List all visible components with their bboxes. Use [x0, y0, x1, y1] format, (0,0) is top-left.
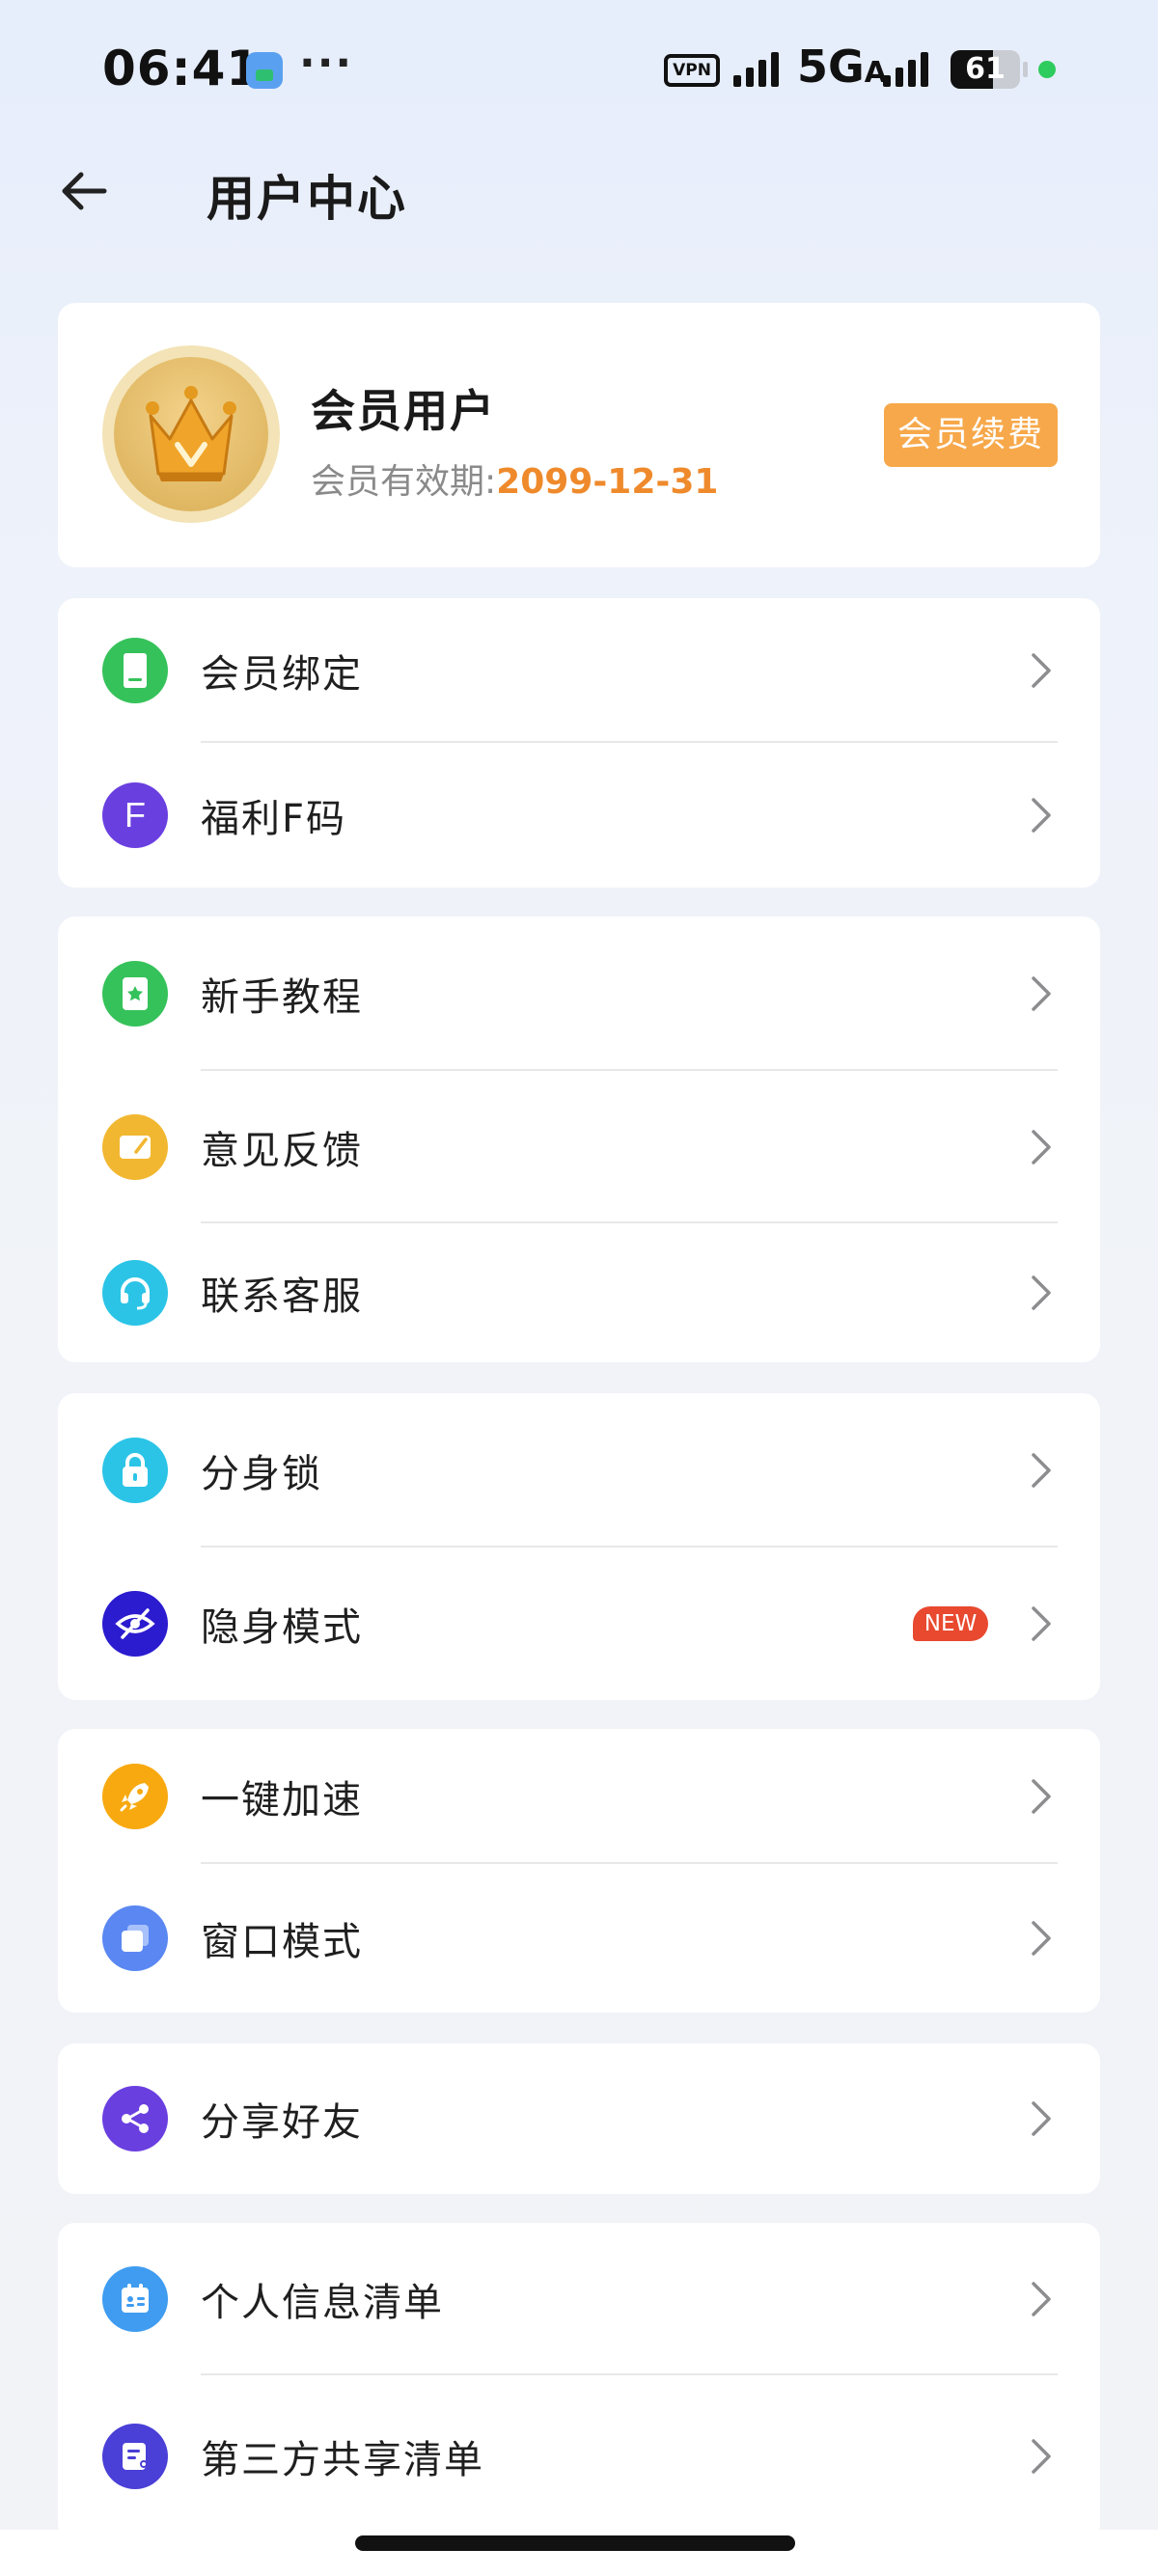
- menu-item-one-click-boost[interactable]: 一键加速: [58, 1729, 1100, 1864]
- battery-tip: [1023, 62, 1028, 77]
- menu-item-label: 分身锁: [201, 1452, 322, 1496]
- new-badge: NEW: [913, 1606, 988, 1641]
- avatar: [102, 345, 280, 523]
- menu-group-privacy-lists: 个人信息清单 第三方共享清单: [58, 2223, 1100, 2541]
- profile-card: 会员用户 会员有效期:2099-12-31 会员续费: [58, 303, 1100, 567]
- menu-item-member-binding[interactable]: 会员绑定: [58, 598, 1100, 743]
- renew-membership-button[interactable]: 会员续费: [884, 403, 1058, 467]
- menu-item-label: 联系客服: [201, 1274, 363, 1319]
- eye-off-icon: [102, 1591, 168, 1657]
- validity-date: 2099-12-31: [496, 462, 719, 502]
- menu-item-tutorial[interactable]: 新手教程: [58, 917, 1100, 1071]
- chevron-right-icon: [1032, 1130, 1051, 1165]
- chevron-right-icon: [1032, 1453, 1051, 1488]
- menu-group-share: 分享好友: [58, 2043, 1100, 2194]
- menu-item-label: 窗口模式: [201, 1920, 363, 1964]
- lock-icon: [102, 1438, 168, 1503]
- page-title: 用户中心: [207, 171, 407, 227]
- menu-item-label: 一键加速: [201, 1778, 363, 1822]
- chevron-right-icon: [1032, 1606, 1051, 1641]
- arrow-left-icon[interactable]: [56, 162, 114, 220]
- chevron-right-icon: [1032, 798, 1051, 833]
- menu-group-help: 新手教程 意见反馈 联系客服: [58, 917, 1100, 1362]
- battery-icon: 61: [951, 50, 1020, 89]
- crown-icon: [146, 386, 236, 481]
- guide-book-icon: [102, 961, 168, 1027]
- menu-item-third-party-sharing-list[interactable]: 第三方共享清单: [58, 2375, 1100, 2537]
- menu-item-welfare-f-code[interactable]: F 福利F码: [58, 743, 1100, 888]
- chevron-right-icon: [1032, 1779, 1051, 1814]
- menu-item-window-mode[interactable]: 窗口模式: [58, 1864, 1100, 2013]
- share-icon: [102, 2086, 168, 2151]
- menu-item-label: 个人信息清单: [201, 2281, 444, 2325]
- chevron-right-icon: [1032, 2439, 1051, 2474]
- menu-item-label: 分享好友: [201, 2100, 363, 2145]
- chevron-right-icon: [1032, 2282, 1051, 2316]
- app-notification-icon: [246, 52, 283, 89]
- battery-level: 61: [965, 52, 1006, 86]
- membership-validity: 会员有效期:2099-12-31: [311, 453, 718, 504]
- network-type: 5GA: [797, 41, 887, 93]
- list-share-icon: [102, 2424, 168, 2489]
- menu-item-label: 意见反馈: [201, 1129, 363, 1173]
- menu-group-privacy: 分身锁 隐身模式 NEW: [58, 1393, 1100, 1700]
- headset-icon: [102, 1260, 168, 1326]
- chevron-right-icon: [1032, 1921, 1051, 1956]
- menu-item-customer-service[interactable]: 联系客服: [58, 1223, 1100, 1362]
- menu-item-label: 新手教程: [201, 975, 363, 1020]
- status-bar: 06:41 ··· VPN 5GA 61: [0, 0, 1158, 145]
- phone-icon: [102, 638, 168, 703]
- menu-group-membership: 会员绑定 F 福利F码: [58, 598, 1100, 888]
- letter-f-icon: F: [102, 782, 168, 848]
- feedback-icon: [102, 1114, 168, 1180]
- status-time: 06:41: [102, 41, 262, 96]
- menu-item-clone-lock[interactable]: 分身锁: [58, 1393, 1100, 1548]
- id-card-icon: [102, 2266, 168, 2332]
- menu-item-share-friends[interactable]: 分享好友: [58, 2043, 1100, 2194]
- privacy-indicator-dot: [1038, 61, 1056, 78]
- chevron-right-icon: [1032, 976, 1051, 1011]
- menu-item-stealth-mode[interactable]: 隐身模式 NEW: [58, 1548, 1100, 1700]
- signal-strength-icon: [733, 50, 779, 87]
- chevron-right-icon: [1032, 653, 1051, 688]
- menu-item-label: 第三方共享清单: [201, 2438, 484, 2482]
- more-notifications-indicator: ···: [299, 39, 354, 88]
- window-icon: [102, 1905, 168, 1971]
- chevron-right-icon: [1032, 2101, 1051, 2136]
- menu-item-feedback[interactable]: 意见反馈: [58, 1071, 1100, 1223]
- signal-strength-icon-2: [883, 50, 928, 87]
- menu-group-performance: 一键加速 窗口模式: [58, 1729, 1100, 2013]
- vpn-icon: VPN: [664, 54, 720, 87]
- home-gesture-bar[interactable]: [355, 2535, 795, 2551]
- user-name: 会员用户: [311, 385, 496, 437]
- rocket-icon: [102, 1764, 168, 1829]
- menu-item-label: 隐身模式: [201, 1605, 363, 1650]
- menu-item-personal-info-list[interactable]: 个人信息清单: [58, 2223, 1100, 2375]
- menu-item-label: 会员绑定: [201, 652, 363, 697]
- menu-item-label: 福利F码: [201, 797, 347, 841]
- chevron-right-icon: [1032, 1275, 1051, 1310]
- validity-label: 会员有效期:: [311, 462, 497, 502]
